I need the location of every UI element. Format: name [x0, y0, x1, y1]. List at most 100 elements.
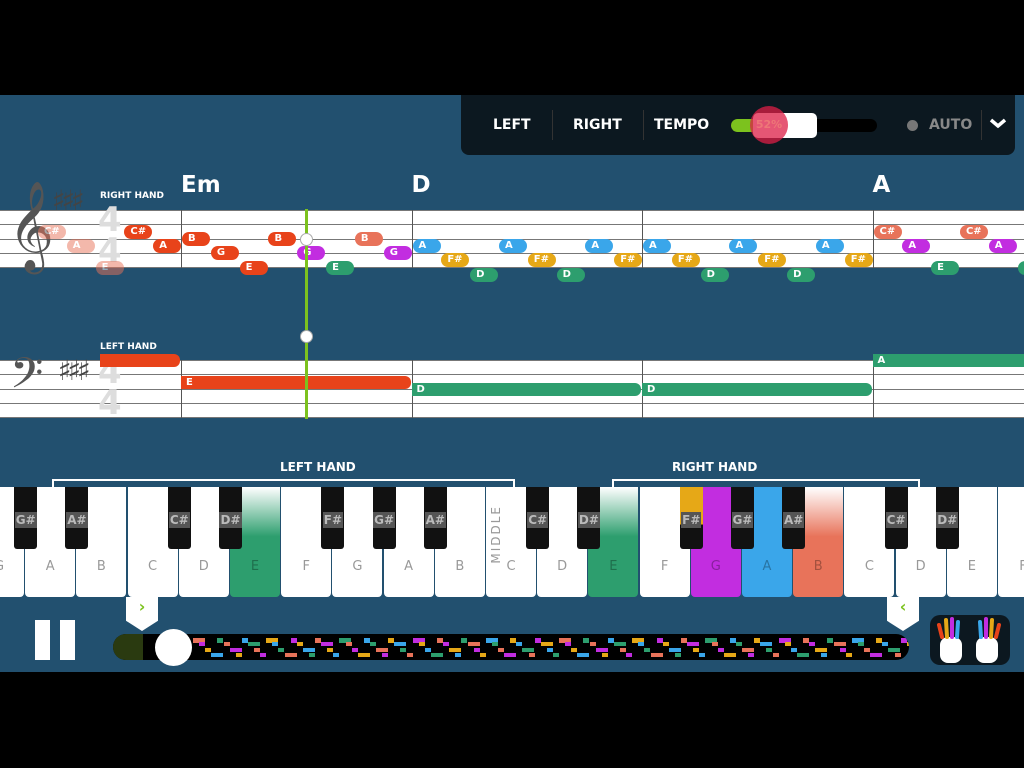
note-a: A: [988, 239, 1017, 253]
black-key[interactable]: C#: [884, 487, 908, 549]
left-hand-note: E: [181, 375, 411, 389]
black-key[interactable]: G#: [14, 487, 38, 549]
black-key[interactable]: F#: [679, 487, 703, 549]
playhead-handle[interactable]: [300, 233, 313, 246]
timeline-note-mark: [699, 653, 706, 657]
black-key-label: F#: [681, 512, 702, 528]
pause-icon[interactable]: [35, 620, 50, 660]
black-key[interactable]: D#: [219, 487, 242, 549]
black-key-label: F#: [322, 512, 344, 528]
key-signature-sharps: ♯♯♯: [52, 184, 85, 217]
timeline-progress: [113, 634, 143, 660]
auto-toggle[interactable]: AUTO: [929, 117, 972, 133]
song-timeline[interactable]: [113, 634, 909, 660]
control-panel: LEFT RIGHT TEMPO 52% AUTO: [461, 95, 1015, 155]
timeline-note-mark: [437, 638, 443, 643]
timeline-note-mark: [394, 642, 407, 646]
timeline-note-mark: [418, 642, 425, 646]
black-key[interactable]: A#: [65, 487, 89, 549]
timeline-note-mark: [308, 653, 315, 657]
note-c-sharp: C#: [959, 224, 988, 239]
note-c-sharp: C#: [37, 224, 66, 239]
note-g: G: [297, 246, 326, 261]
left-hand-button[interactable]: LEFT: [493, 117, 531, 133]
note-f-sharp: F#: [614, 253, 643, 268]
timeline-note-mark: [681, 638, 687, 643]
divider: [643, 110, 644, 140]
black-key[interactable]: D#: [577, 487, 601, 549]
note-a: A: [729, 239, 758, 253]
note-b: B: [354, 231, 383, 246]
note-e: E: [95, 260, 124, 275]
timeline-note-mark: [333, 653, 340, 657]
timeline-note-mark: [760, 642, 773, 646]
staff-line: [0, 210, 1024, 211]
black-key[interactable]: C#: [167, 487, 191, 549]
playhead-handle[interactable]: [300, 330, 313, 343]
timeline-note-mark: [650, 653, 663, 657]
timeline-note-mark: [656, 638, 663, 643]
staff-line: [0, 417, 1024, 419]
note-c-sharp: C#: [124, 224, 153, 239]
timeline-note-mark: [900, 638, 907, 643]
timeline-note-mark: [638, 642, 645, 646]
timeline-note-mark: [668, 648, 681, 652]
timeline-note-mark: [742, 648, 754, 652]
tempo-slider[interactable]: 52%: [731, 106, 877, 144]
black-key[interactable]: G#: [372, 487, 396, 549]
note-d: D: [556, 267, 585, 282]
timeline-note-mark: [473, 648, 480, 652]
note-g: G: [383, 246, 412, 261]
timeline-note-mark: [772, 653, 779, 657]
timeline-note-mark: [363, 638, 370, 643]
timeline-scrubber[interactable]: [155, 629, 192, 666]
black-key[interactable]: A#: [782, 487, 806, 549]
timeline-note-mark: [735, 642, 742, 646]
timeline-note-mark: [552, 653, 559, 657]
black-key[interactable]: C#: [526, 487, 550, 549]
piano-app: LEFT RIGHT TEMPO 52% AUTO Em D A RIGHT HAN…: [0, 95, 1024, 672]
timeline-note-mark: [674, 653, 681, 657]
bar-line: [642, 210, 643, 268]
time-signature: 44: [98, 200, 122, 271]
timeline-note-mark: [821, 653, 828, 657]
note-e: E: [326, 260, 355, 275]
black-key-label: C#: [885, 512, 907, 528]
timeline-note-mark: [449, 648, 462, 652]
timeline-note-mark: [870, 653, 883, 657]
left-hand-note: D: [411, 382, 641, 396]
timeline-note-mark: [864, 648, 870, 652]
note-a: A: [643, 239, 671, 253]
note-f-sharp: F#: [527, 253, 556, 268]
bar-line: [411, 210, 413, 268]
note-d: D: [470, 267, 499, 282]
timeline-note-mark: [790, 648, 797, 652]
black-key[interactable]: D#: [935, 487, 959, 549]
loop-end-marker[interactable]: ‹: [887, 597, 919, 631]
black-key[interactable]: F#: [321, 487, 345, 549]
loop-start-marker[interactable]: ›: [126, 597, 158, 631]
timeline-note-mark: [809, 642, 816, 646]
left-hand-note: [100, 354, 180, 367]
timeline-note-mark: [589, 642, 596, 646]
chevron-down-icon[interactable]: [988, 113, 1008, 133]
timeline-note-mark: [626, 653, 633, 657]
keyboard-right-hand-label: RIGHT HAND: [672, 460, 758, 474]
timeline-note-mark: [662, 642, 669, 646]
black-key-label: G#: [14, 512, 37, 528]
timeline-note-mark: [254, 648, 260, 652]
black-key[interactable]: A#: [423, 487, 447, 549]
right-hand-button[interactable]: RIGHT: [573, 117, 622, 133]
timeline-note-mark: [388, 638, 395, 643]
pause-icon[interactable]: [60, 620, 75, 660]
black-key-label: D#: [219, 512, 242, 528]
note-b: B: [182, 231, 210, 246]
left-hand-label: LEFT HAND: [100, 342, 157, 352]
hands-icon[interactable]: [930, 615, 1010, 665]
note-e: E: [239, 260, 268, 275]
white-key[interactable]: F: [998, 487, 1024, 597]
note-a: A: [498, 239, 527, 253]
timeline-note-mark: [382, 653, 389, 657]
note-f-sharp: F#: [671, 253, 700, 268]
black-key[interactable]: G#: [731, 487, 754, 549]
